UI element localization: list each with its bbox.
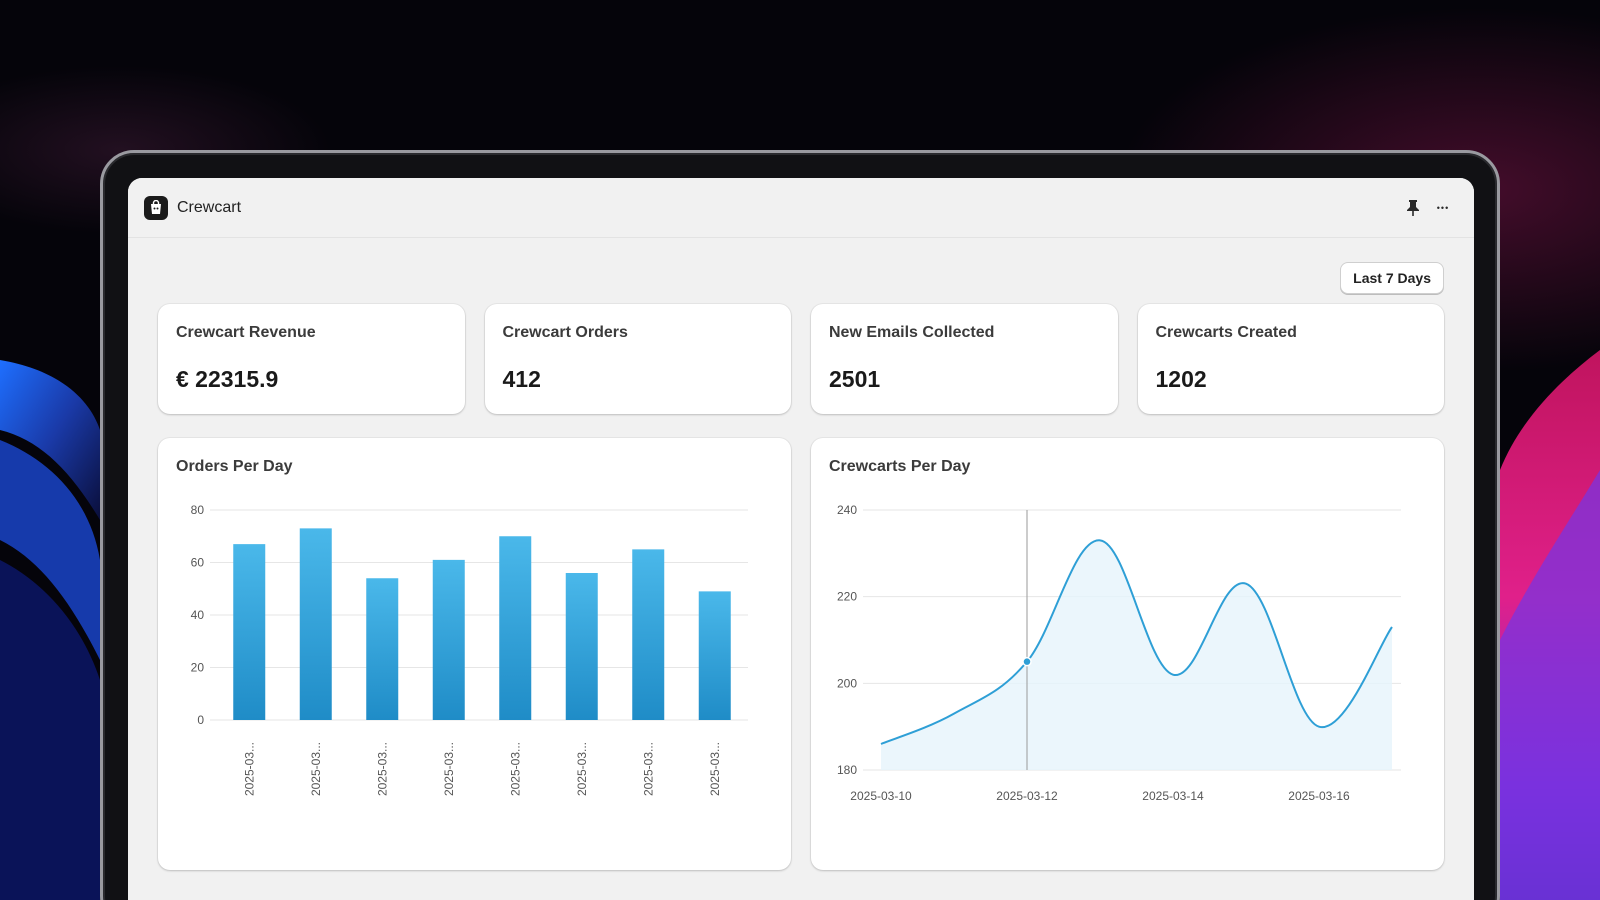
stat-label: Crewcart Orders bbox=[502, 324, 628, 341]
stat-value: 2501 bbox=[829, 366, 881, 392]
y-tick-label: 0 bbox=[197, 713, 204, 727]
x-tick-label: 2025-03... bbox=[442, 742, 456, 796]
chart-title: Orders Per Day bbox=[176, 458, 293, 475]
x-tick-label: 2025-03... bbox=[508, 742, 522, 796]
app-topbar: Crewcart ••• bbox=[128, 178, 1474, 238]
x-tick-label: 2025-03... bbox=[309, 742, 323, 796]
stat-label: New Emails Collected bbox=[829, 324, 995, 341]
orders-chart-card: Orders Per Day 0 20 40 60 80 2025-03... 2025-0… bbox=[158, 438, 791, 870]
bar[interactable] bbox=[233, 544, 266, 720]
y-tick-label: 40 bbox=[191, 608, 205, 622]
x-tick-label: 2025-03-12 bbox=[996, 789, 1058, 803]
stat-value: 412 bbox=[502, 366, 541, 392]
bar[interactable] bbox=[299, 528, 332, 720]
x-tick-label: 2025-03-16 bbox=[1288, 789, 1350, 803]
stats-row: Crewcart Revenue € 22315.9 Crewcart Orde… bbox=[158, 304, 1444, 414]
stat-card-emails: New Emails Collected 2501 bbox=[811, 304, 1118, 414]
x-tick-label: 2025-03-10 bbox=[850, 789, 912, 803]
bar[interactable] bbox=[698, 591, 731, 720]
y-tick-label: 60 bbox=[191, 556, 205, 570]
pin-icon[interactable] bbox=[1398, 193, 1428, 223]
stat-value: € 22315.9 bbox=[176, 366, 279, 392]
chart-title: Crewcarts Per Day bbox=[829, 458, 971, 475]
y-tick-label: 220 bbox=[837, 590, 857, 604]
y-tick-label: 180 bbox=[837, 763, 857, 777]
y-tick-label: 240 bbox=[837, 503, 857, 517]
y-tick-label: 80 bbox=[191, 503, 205, 517]
y-tick-label: 20 bbox=[191, 661, 205, 675]
bar[interactable] bbox=[499, 536, 532, 720]
stat-value: 1202 bbox=[1155, 366, 1207, 392]
stat-card-crewcarts: Crewcarts Created 1202 bbox=[1137, 304, 1444, 414]
app-title: Crewcart bbox=[177, 198, 242, 216]
area-fill bbox=[881, 540, 1392, 770]
x-tick-label: 2025-03... bbox=[641, 742, 655, 796]
highlighted-point[interactable] bbox=[1022, 656, 1032, 667]
more-horizontal-icon[interactable]: ••• bbox=[1428, 193, 1458, 223]
bar[interactable] bbox=[432, 559, 465, 720]
stat-card-orders: Crewcart Orders 412 bbox=[484, 304, 791, 414]
crewcarts-chart-card: Crewcarts Per Day 180 200 220 240 2025-03-10… bbox=[811, 438, 1444, 870]
stat-label: Crewcarts Created bbox=[1155, 324, 1297, 341]
x-tick-label: 2025-03... bbox=[708, 742, 722, 796]
crewcarts-line-chart: 180 200 220 240 2025-03-10 2025-03-12 2025-03-… bbox=[837, 503, 1401, 803]
stat-card-revenue: Crewcart Revenue € 22315.9 bbox=[158, 304, 465, 414]
app-window: Crewcart ••• Last 7 Days Crewcart Revenu… bbox=[128, 178, 1474, 900]
date-range-button[interactable]: Last 7 Days bbox=[1340, 262, 1444, 294]
bar[interactable] bbox=[366, 578, 399, 720]
bar[interactable] bbox=[632, 549, 665, 720]
x-tick-label: 2025-03-14 bbox=[1142, 789, 1204, 803]
x-tick-label: 2025-03... bbox=[575, 742, 589, 796]
orders-bar-chart: 0 20 40 60 80 2025-03... 2025-03... 2025-03... 2… bbox=[191, 503, 748, 796]
shopping-bag-icon bbox=[144, 195, 168, 220]
x-tick-label: 2025-03... bbox=[375, 742, 389, 796]
x-tick-label: 2025-03... bbox=[242, 742, 256, 796]
bar[interactable] bbox=[565, 573, 598, 720]
stat-label: Crewcart Revenue bbox=[176, 324, 316, 341]
y-tick-label: 200 bbox=[837, 676, 857, 690]
